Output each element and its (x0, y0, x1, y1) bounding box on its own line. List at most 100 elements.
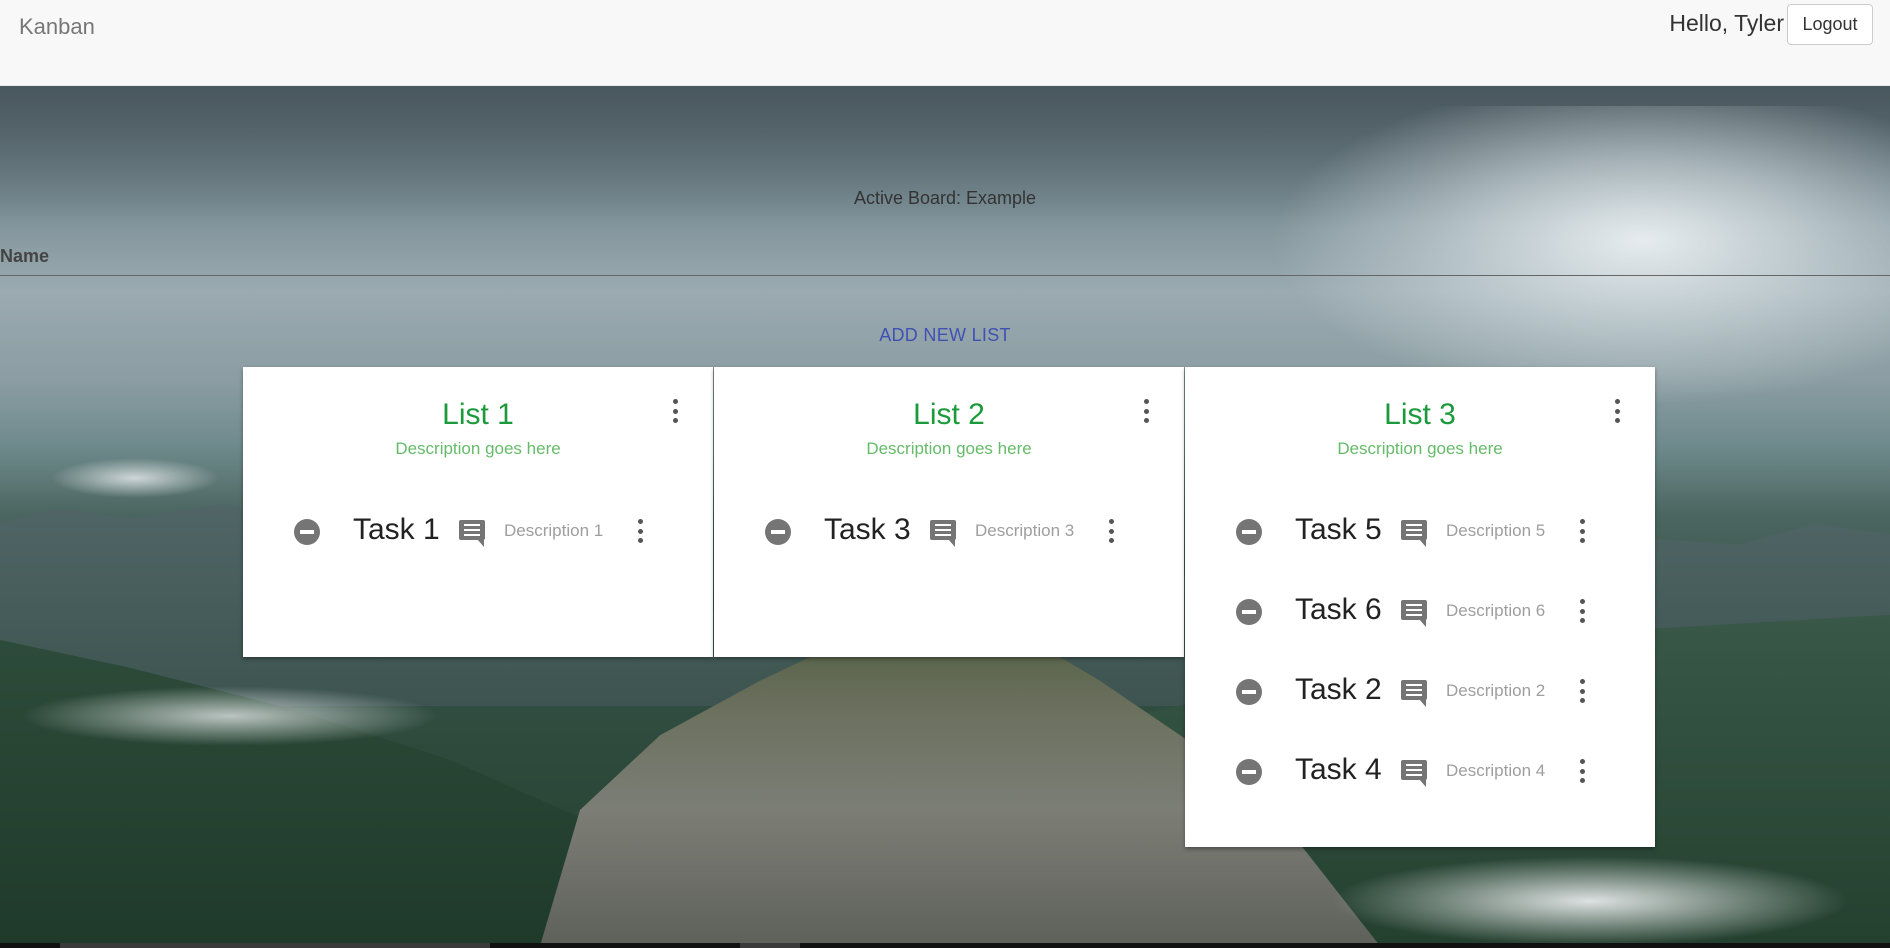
list-card: List 3 Description goes here Task 5 Descrip… (1185, 367, 1655, 847)
comment-line (464, 534, 480, 536)
task-name: Task 3 (824, 513, 911, 546)
task-description: Description 6 (1446, 601, 1546, 620)
scrollbar-thumb[interactable] (60, 943, 490, 948)
task-menu-icon[interactable] (1575, 759, 1589, 783)
navbar: Kanban Hello, Tyler Logout (0, 0, 1890, 86)
comment-line (1406, 764, 1422, 766)
task-description: Description 1 (504, 521, 604, 540)
dot (1579, 679, 1585, 684)
comment-line (464, 524, 480, 526)
comment-line (935, 534, 951, 536)
comment-icon[interactable] (1401, 600, 1427, 627)
dot (1108, 538, 1114, 543)
active-board-label: Active Board: Example (853, 188, 1037, 208)
logout-button[interactable]: Logout (1787, 4, 1873, 45)
task-menu-icon[interactable] (1104, 519, 1118, 543)
mist-left (20, 686, 440, 746)
list-title: List 3 (1384, 398, 1456, 431)
remove-circle-icon[interactable] (1236, 599, 1262, 625)
task-description: Description 2 (1446, 681, 1546, 700)
list-card: List 1 Description goes here Task 1 Descrip… (243, 367, 713, 657)
task-menu-icon[interactable] (1575, 679, 1589, 703)
dot (1143, 418, 1149, 423)
task-item: Task 2 Description 2 (1185, 667, 1655, 717)
dot (1579, 538, 1585, 543)
task-item: Task 3 Description 3 (714, 507, 1184, 557)
comment-line (1406, 689, 1422, 691)
comment-line (464, 529, 480, 531)
remove-circle-icon[interactable] (1236, 759, 1262, 785)
dot (1579, 618, 1585, 623)
sky-glow (1270, 106, 1890, 406)
dot (1614, 399, 1620, 404)
dot (1143, 399, 1149, 404)
remove-circle-icon[interactable] (1236, 519, 1262, 545)
list-menu-icon[interactable] (668, 399, 682, 423)
comment-line (1406, 684, 1422, 686)
comment-line (1406, 529, 1422, 531)
dot (1614, 408, 1620, 414)
task-item: Task 5 Description 5 (1185, 507, 1655, 557)
remove-circle-icon[interactable] (765, 519, 791, 545)
task-item: Task 1 Description 1 (243, 507, 713, 557)
dot (1579, 759, 1585, 764)
comment-icon[interactable] (1401, 680, 1427, 707)
brand-link[interactable]: Kanban (19, 14, 95, 40)
task-menu-icon[interactable] (1575, 519, 1589, 543)
remove-circle-icon[interactable] (1236, 679, 1262, 705)
comment-line (1406, 609, 1422, 611)
comment-icon[interactable] (1401, 760, 1427, 787)
dot (637, 538, 643, 543)
scrollbar-segment (740, 943, 800, 948)
dot (672, 418, 678, 423)
dot (1579, 768, 1585, 774)
dot (1579, 698, 1585, 703)
dot (1579, 608, 1585, 614)
comment-line (1406, 694, 1422, 696)
snow-peak (50, 458, 220, 498)
add-new-list-button[interactable]: ADD NEW LIST (0, 325, 1890, 346)
list-menu-icon[interactable] (1610, 399, 1624, 423)
task-item: Task 6 Description 6 (1185, 587, 1655, 637)
comment-line (935, 529, 951, 531)
task-menu-icon[interactable] (633, 519, 647, 543)
comment-icon[interactable] (930, 520, 956, 547)
dot (1579, 519, 1585, 524)
list-menu-icon[interactable] (1139, 399, 1153, 423)
task-name: Task 6 (1295, 593, 1382, 626)
comment-icon[interactable] (459, 520, 485, 547)
comment-line (1406, 604, 1422, 606)
comment-line (1406, 769, 1422, 771)
task-name: Task 5 (1295, 513, 1382, 546)
dot (1614, 418, 1620, 423)
dot (1108, 519, 1114, 524)
comment-line (1406, 524, 1422, 526)
task-menu-icon[interactable] (1575, 599, 1589, 623)
task-name: Task 1 (353, 513, 440, 546)
dot (637, 519, 643, 524)
dot (1579, 778, 1585, 783)
dot (1108, 528, 1114, 534)
task-name: Task 4 (1295, 753, 1382, 786)
user-greeting: Hello, Tyler (1669, 10, 1784, 36)
dot (1143, 408, 1149, 414)
list-name-input[interactable] (0, 262, 1890, 276)
task-description: Description 4 (1446, 761, 1546, 780)
list-title: List 1 (442, 398, 514, 431)
comment-line (935, 524, 951, 526)
list-card: List 2 Description goes here Task 3 Descrip… (714, 367, 1184, 657)
task-item: Task 4 Description 4 (1185, 747, 1655, 797)
dot (672, 408, 678, 414)
comment-line (1406, 614, 1422, 616)
task-description: Description 3 (975, 521, 1075, 540)
list-description: Description goes here (866, 439, 1032, 458)
dot (1579, 688, 1585, 694)
dot (637, 528, 643, 534)
task-name: Task 2 (1295, 673, 1382, 706)
dot (672, 399, 678, 404)
dot (1579, 599, 1585, 604)
mist-right (1330, 856, 1850, 943)
comment-icon[interactable] (1401, 520, 1427, 547)
remove-circle-icon[interactable] (294, 519, 320, 545)
list-description: Description goes here (395, 439, 561, 458)
